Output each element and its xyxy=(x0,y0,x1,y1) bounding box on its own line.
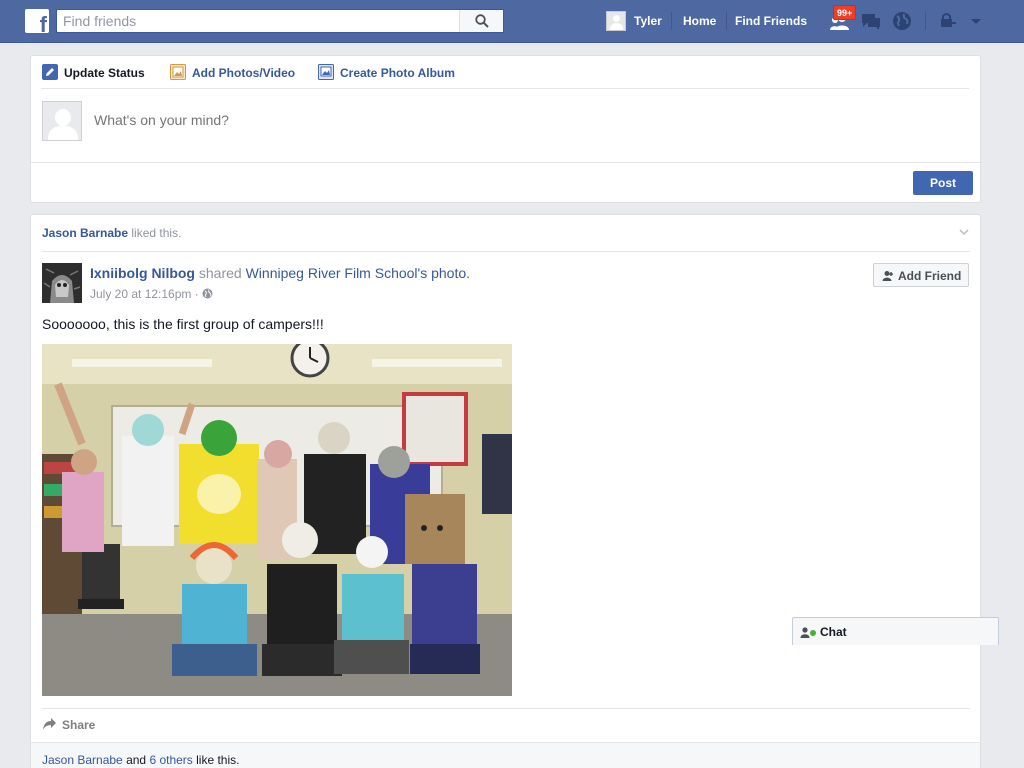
tab-label: Create Photo Album xyxy=(340,66,455,80)
messages-icon xyxy=(862,14,880,30)
shared-photo[interactable] xyxy=(42,344,512,696)
online-status-dot xyxy=(810,630,816,636)
public-globe-icon xyxy=(202,288,213,299)
photo-link[interactable]: 's photo. xyxy=(418,265,471,281)
avatar xyxy=(606,11,626,31)
chevron-down-icon xyxy=(971,19,981,24)
facebook-logo-letter: f xyxy=(39,12,47,37)
divider xyxy=(41,88,969,89)
search-input[interactable] xyxy=(57,10,459,32)
likes-suffix: like this. xyxy=(192,753,240,767)
context-actor-link[interactable]: Jason Barnabe xyxy=(42,226,128,240)
privacy-shortcuts-icon xyxy=(941,13,956,27)
campers-photo xyxy=(42,344,512,696)
page-name-link[interactable]: Winnipeg River Film School xyxy=(246,265,418,281)
status-composer: Update Status Add Photos/Video Create Ph… xyxy=(30,55,981,203)
add-friend-icon xyxy=(882,271,893,281)
post-button[interactable]: Post xyxy=(913,171,973,195)
photo-icon xyxy=(170,64,186,80)
facebook-logo[interactable]: f xyxy=(25,9,49,37)
person-icon xyxy=(800,627,810,638)
likes-and: and xyxy=(122,753,150,767)
add-friend-label: Add Friend xyxy=(898,269,962,283)
privacy-shortcuts-button[interactable] xyxy=(937,10,959,32)
find-friends-link[interactable]: Find Friends xyxy=(735,14,807,28)
settings-dropdown[interactable] xyxy=(965,10,987,32)
top-navigation-bar: f Tyler Home Find Friends 99+ xyxy=(0,0,1024,43)
search-button[interactable] xyxy=(459,10,503,32)
nav-divider xyxy=(671,12,672,30)
author-avatar[interactable] xyxy=(42,263,82,303)
post-text: Sooooooo, this is the first group of cam… xyxy=(42,316,324,332)
likes-summary: Jason Barnabe and 6 others like this. xyxy=(31,742,980,768)
context-action: liked this. xyxy=(128,226,182,240)
profile-name: Tyler xyxy=(634,14,662,28)
tab-label: Add Photos/Video xyxy=(192,66,296,80)
search-box xyxy=(56,9,504,33)
chevron-down-icon[interactable] xyxy=(958,226,970,238)
nav-divider xyxy=(925,12,926,30)
chat-tab[interactable]: Chat xyxy=(792,617,999,645)
likes-text: Jason Barnabe and 6 others like this. xyxy=(42,753,239,767)
divider xyxy=(42,708,970,709)
author-name-link[interactable]: Ixniibolg Nilbog xyxy=(90,265,195,281)
liker-name-link[interactable]: Jason Barnabe xyxy=(42,753,123,767)
chat-label: Chat xyxy=(820,625,847,639)
post-timestamp[interactable]: July 20 at 12:16pm · xyxy=(90,287,213,301)
album-icon xyxy=(318,64,334,80)
tab-label: Update Status xyxy=(64,66,145,80)
story-context: Jason Barnabe liked this. xyxy=(42,226,181,240)
status-input[interactable] xyxy=(94,112,954,128)
other-likers-link[interactable]: 6 others xyxy=(149,753,192,767)
pencil-icon xyxy=(42,64,58,80)
add-friend-button[interactable]: Add Friend xyxy=(873,263,969,287)
share-icon xyxy=(43,718,56,730)
search-icon xyxy=(475,14,489,28)
notifications-globe-icon xyxy=(893,12,911,30)
friend-requests-badge: 99+ xyxy=(833,5,857,20)
feed-story: Jason Barnabe liked this. Ixniibolg Nilb… xyxy=(30,214,981,768)
messages-button[interactable] xyxy=(860,10,882,32)
shared-text: shared xyxy=(195,265,246,281)
avatar xyxy=(42,101,82,141)
share-label: Share xyxy=(62,718,96,732)
home-link[interactable]: Home xyxy=(683,14,716,28)
nav-divider xyxy=(726,12,727,30)
author-avatar-image xyxy=(42,263,82,303)
composer-footer: Post xyxy=(31,162,980,203)
divider xyxy=(42,251,970,252)
timestamp-text: July 20 at 12:16pm · xyxy=(90,287,203,301)
story-header: Ixniibolg Nilbog shared Winnipeg River F… xyxy=(90,265,470,281)
notifications-button[interactable] xyxy=(891,10,913,32)
